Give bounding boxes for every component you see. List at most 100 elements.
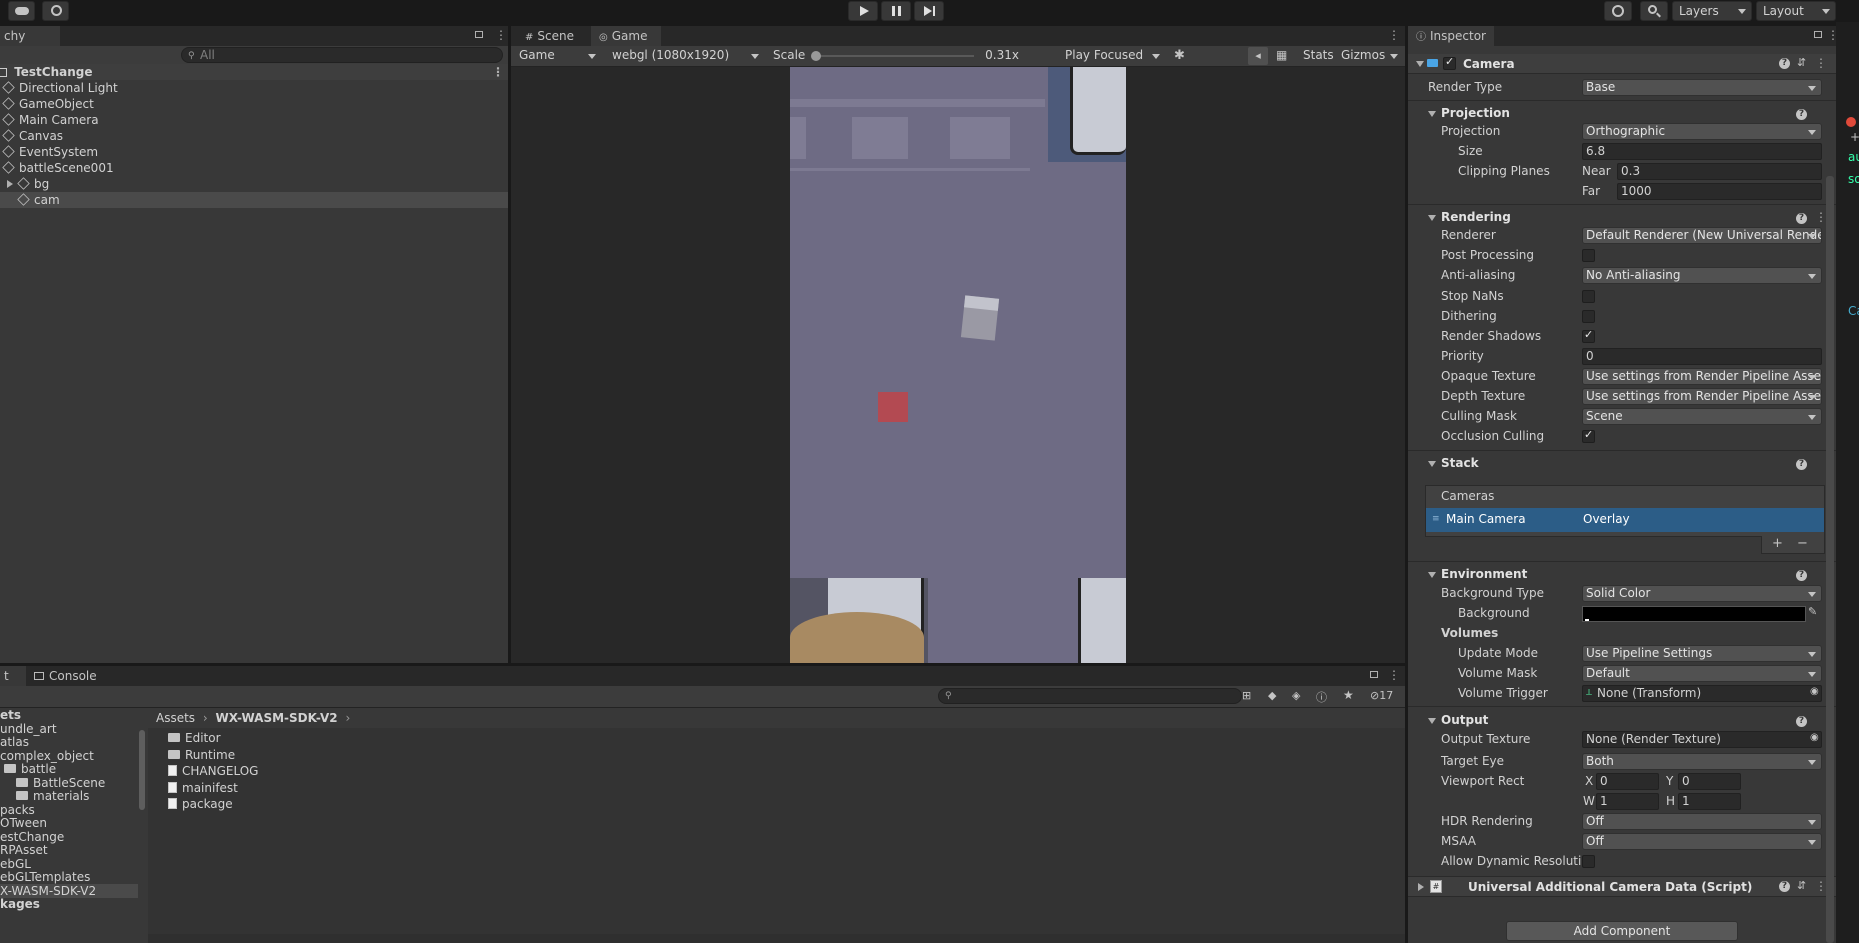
project-search-input[interactable]: ⚲ [938, 688, 1242, 704]
display-dropdown[interactable]: Game [513, 47, 601, 65]
project-tree-item[interactable]: undle_art [0, 722, 138, 736]
scale-slider[interactable] [811, 51, 974, 61]
tab-inspector[interactable]: ⓘ Inspector [1408, 26, 1494, 46]
scale-slider-thumb[interactable] [811, 51, 821, 61]
expand-icon[interactable] [7, 180, 13, 188]
hidden-count[interactable]: ⊘17 [1370, 689, 1393, 702]
tab-game[interactable]: ◎ Game [591, 26, 661, 46]
dynamic-resolution-checkbox[interactable] [1582, 855, 1595, 868]
volume-mask-dropdown[interactable]: Default [1582, 665, 1822, 682]
hierarchy-item[interactable]: Directional Light [0, 80, 508, 96]
pause-button[interactable] [881, 1, 911, 21]
script-component-header[interactable]: # Universal Additional Camera Data (Scri… [1408, 877, 1836, 897]
update-mode-dropdown[interactable]: Use Pipeline Settings [1582, 645, 1822, 662]
stack-header[interactable]: Stack [1441, 454, 1479, 472]
lock-icon[interactable] [1814, 31, 1822, 38]
project-tree-item[interactable]: ebGL [0, 857, 138, 871]
cloud-icon[interactable] [8, 1, 35, 21]
background-type-dropdown[interactable]: Solid Color [1582, 585, 1822, 602]
camera-stack-item[interactable]: ≡ Main Camera Overlay [1426, 508, 1824, 532]
help-icon[interactable]: ? [1796, 570, 1807, 581]
add-component-button[interactable]: Add Component [1506, 921, 1738, 941]
help-icon[interactable]: ? [1796, 459, 1807, 470]
help-icon[interactable]: ? [1796, 716, 1807, 727]
anti-aliasing-dropdown[interactable]: No Anti-aliasing [1582, 267, 1822, 284]
project-file-item[interactable]: package [168, 796, 368, 812]
viewport-w-field[interactable]: 1 [1596, 793, 1659, 810]
foldout-icon[interactable] [1428, 718, 1436, 724]
tab-hierarchy[interactable]: chy [0, 26, 60, 46]
depth-texture-dropdown[interactable]: Use settings from Render Pipeline Asset [1582, 388, 1822, 405]
project-file-item[interactable]: Editor [168, 730, 368, 746]
occlusion-culling-checkbox[interactable] [1582, 428, 1595, 443]
help-icon[interactable]: ? [1779, 881, 1790, 892]
aspect-icon[interactable]: ▦ [1276, 48, 1287, 62]
foldout-icon[interactable] [1428, 461, 1436, 467]
project-file-item[interactable]: Runtime [168, 747, 368, 763]
far-field[interactable]: 1000 [1617, 183, 1822, 200]
more-icon[interactable]: ⋮ [1388, 28, 1400, 42]
more-icon[interactable]: ⋮ [1388, 668, 1400, 682]
bug-icon[interactable]: ✱ [1174, 48, 1185, 63]
hierarchy-search-input[interactable]: ⚲ All [181, 47, 503, 63]
scene-header[interactable]: TestChange ⋮ [0, 64, 508, 80]
foldout-icon[interactable] [1428, 215, 1436, 221]
hierarchy-item[interactable]: bg [0, 176, 508, 192]
project-tree-item[interactable]: estChange [0, 830, 138, 844]
volume-trigger-field[interactable]: ⟂ None (Transform) [1582, 685, 1822, 702]
project-tree-item[interactable]: ets [0, 708, 138, 722]
post-processing-checkbox[interactable] [1582, 249, 1595, 262]
help-icon[interactable]: ? [1796, 213, 1807, 224]
preset-icon[interactable]: ⇵ [1797, 879, 1806, 892]
viewport-y-field[interactable]: 0 [1678, 773, 1741, 790]
foldout-icon[interactable] [1428, 111, 1436, 117]
resolution-dropdown[interactable]: webgl (1080x1920) [606, 47, 764, 65]
camera-component-header[interactable]: Camera ? ⇵ ⋮ [1408, 54, 1836, 74]
eyedropper-icon[interactable]: ✎ [1808, 605, 1817, 618]
remove-icon[interactable]: − [1797, 536, 1808, 551]
rendering-header[interactable]: Rendering [1441, 208, 1511, 226]
splitter[interactable] [508, 22, 511, 666]
lock-icon[interactable] [475, 31, 483, 38]
play-mode-dropdown[interactable]: Play Focused [1059, 47, 1165, 65]
project-tree-item[interactable]: atlas [0, 735, 138, 749]
history-icon[interactable] [1604, 1, 1632, 21]
hierarchy-item[interactable]: cam [0, 192, 508, 208]
target-eye-dropdown[interactable]: Both [1582, 753, 1822, 770]
project-tree-item[interactable]: packs [0, 803, 138, 817]
audio-mute-icon[interactable]: ◂ [1248, 47, 1268, 65]
stop-nans-checkbox[interactable] [1582, 290, 1595, 303]
culling-mask-dropdown[interactable]: Scene [1582, 408, 1822, 425]
stats-button[interactable]: Stats [1303, 47, 1334, 64]
foldout-icon[interactable] [1428, 572, 1436, 578]
opaque-texture-dropdown[interactable]: Use settings from Render Pipeline Asset [1582, 368, 1822, 385]
tag-icon[interactable]: ◈ [1292, 689, 1300, 702]
renderer-dropdown[interactable]: Default Renderer (New Universal Render [1582, 227, 1822, 244]
output-header[interactable]: Output [1441, 711, 1488, 729]
project-tree-item[interactable]: BattleScene [0, 776, 138, 790]
background-color-field[interactable] [1582, 606, 1806, 622]
project-tree-item[interactable]: kages [0, 897, 138, 911]
preset-icon[interactable]: ⇵ [1797, 56, 1806, 69]
search-icon[interactable] [1640, 1, 1668, 21]
viewport-h-field[interactable]: 1 [1678, 793, 1741, 810]
output-texture-field[interactable]: None (Render Texture) [1582, 731, 1822, 748]
projection-dropdown[interactable]: Orthographic [1582, 123, 1822, 140]
project-tree-item[interactable]: ebGLTemplates [0, 870, 138, 884]
project-tree-item[interactable]: materials [0, 789, 138, 803]
layout-dropdown[interactable]: Layout [1756, 1, 1836, 21]
help-icon[interactable]: ? [1779, 58, 1790, 69]
help-icon[interactable]: ? [1796, 109, 1807, 120]
project-tree-item[interactable]: battle [0, 762, 138, 776]
hierarchy-item[interactable]: GameObject [0, 96, 508, 112]
play-button[interactable] [848, 1, 878, 21]
project-tree-item[interactable]: X-WASM-SDK-V2 [0, 883, 138, 898]
inspector-scrollbar[interactable] [1826, 176, 1834, 943]
tab-console[interactable]: Console [30, 666, 110, 686]
object-picker-icon[interactable]: ◉ [1810, 732, 1819, 743]
msaa-dropdown[interactable]: Off [1582, 833, 1822, 850]
add-icon[interactable]: + [1772, 536, 1783, 551]
project-tree-item[interactable]: OTween [0, 816, 138, 830]
environment-header[interactable]: Environment [1441, 565, 1527, 583]
breadcrumb-sdk[interactable]: WX-WASM-SDK-V2 [216, 711, 338, 725]
